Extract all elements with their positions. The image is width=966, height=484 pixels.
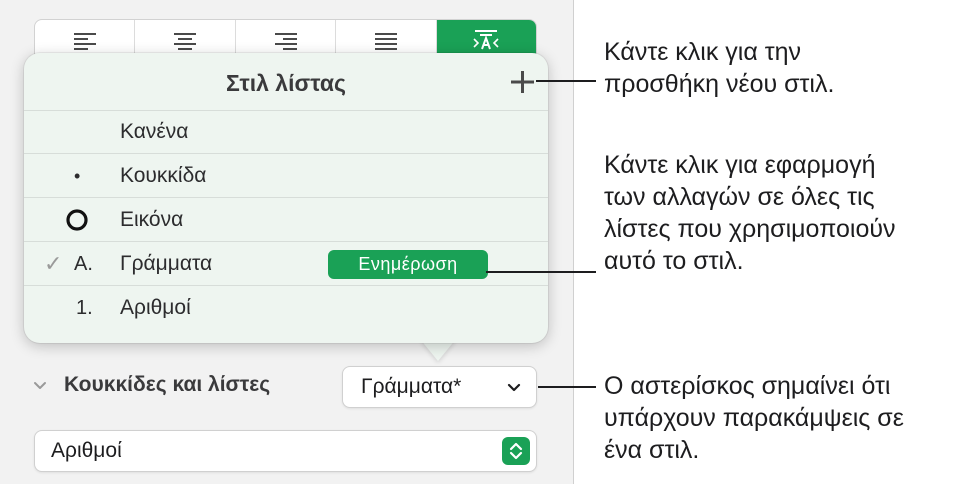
disclosure-chevron-icon[interactable] bbox=[32, 378, 48, 394]
align-right-icon bbox=[274, 33, 297, 50]
plus-icon bbox=[511, 71, 534, 93]
callout-line-asterisk bbox=[538, 386, 596, 388]
popover-header: Στιλ λίστας bbox=[24, 53, 548, 111]
style-row-label: Αριθμοί bbox=[120, 296, 191, 319]
justify-icon bbox=[374, 33, 397, 50]
style-row-image[interactable]: Εικόνα bbox=[24, 198, 548, 242]
style-row-bullet[interactable]: • Κουκκίδα bbox=[24, 154, 548, 198]
style-row-label: Κουκκίδα bbox=[120, 164, 207, 187]
style-row-label: Γράμματα bbox=[120, 252, 213, 275]
style-row-label: Εικόνα bbox=[120, 208, 184, 231]
checkmark-icon: ✓ bbox=[44, 251, 63, 276]
bullets-section-label: Κουκκίδες και λίστες bbox=[64, 373, 271, 396]
style-row-none[interactable]: Κανένα bbox=[24, 110, 548, 154]
callout-asterisk: Ο αστερίσκος σημαίνει ότι υπάρχουν παρακ… bbox=[604, 372, 904, 464]
style-row-letters[interactable]: ✓ A. Γράμματα Ενημέρωση bbox=[24, 242, 548, 286]
chevron-down-icon bbox=[507, 383, 521, 392]
callout-line-plus bbox=[536, 80, 596, 82]
align-left-icon bbox=[73, 33, 96, 50]
update-style-button[interactable]: Ενημέρωση bbox=[328, 250, 488, 279]
popover-title: Στιλ λίστας bbox=[226, 70, 346, 96]
style-row-numbers[interactable]: 1. Αριθμοί bbox=[24, 286, 548, 330]
add-style-button[interactable] bbox=[508, 68, 536, 96]
list-type-select[interactable]: Αριθμοί bbox=[34, 430, 537, 472]
list-styles-popover: Στιλ λίστας Κανένα • Κουκκίδα Εικόνα ✓ A… bbox=[24, 53, 548, 343]
style-row-label: Κανένα bbox=[120, 120, 189, 143]
list-style-popup-button[interactable]: Γράμματα* bbox=[342, 366, 537, 408]
callout-line-update bbox=[486, 271, 596, 273]
align-center-icon bbox=[174, 33, 197, 50]
callout-add-style: Κάντε κλικ για την προσθήκη νέου στιλ. bbox=[604, 38, 835, 98]
callout-update-style: Κάντε κλικ για εφαρμογή των αλλαγών σε ό… bbox=[604, 151, 896, 275]
text-fit-icon bbox=[473, 30, 499, 50]
image-bullet-icon bbox=[64, 198, 124, 242]
list-type-value: Αριθμοί bbox=[51, 439, 122, 462]
up-down-stepper-icon bbox=[502, 437, 530, 465]
list-style-value: Γράμματα* bbox=[361, 375, 462, 398]
